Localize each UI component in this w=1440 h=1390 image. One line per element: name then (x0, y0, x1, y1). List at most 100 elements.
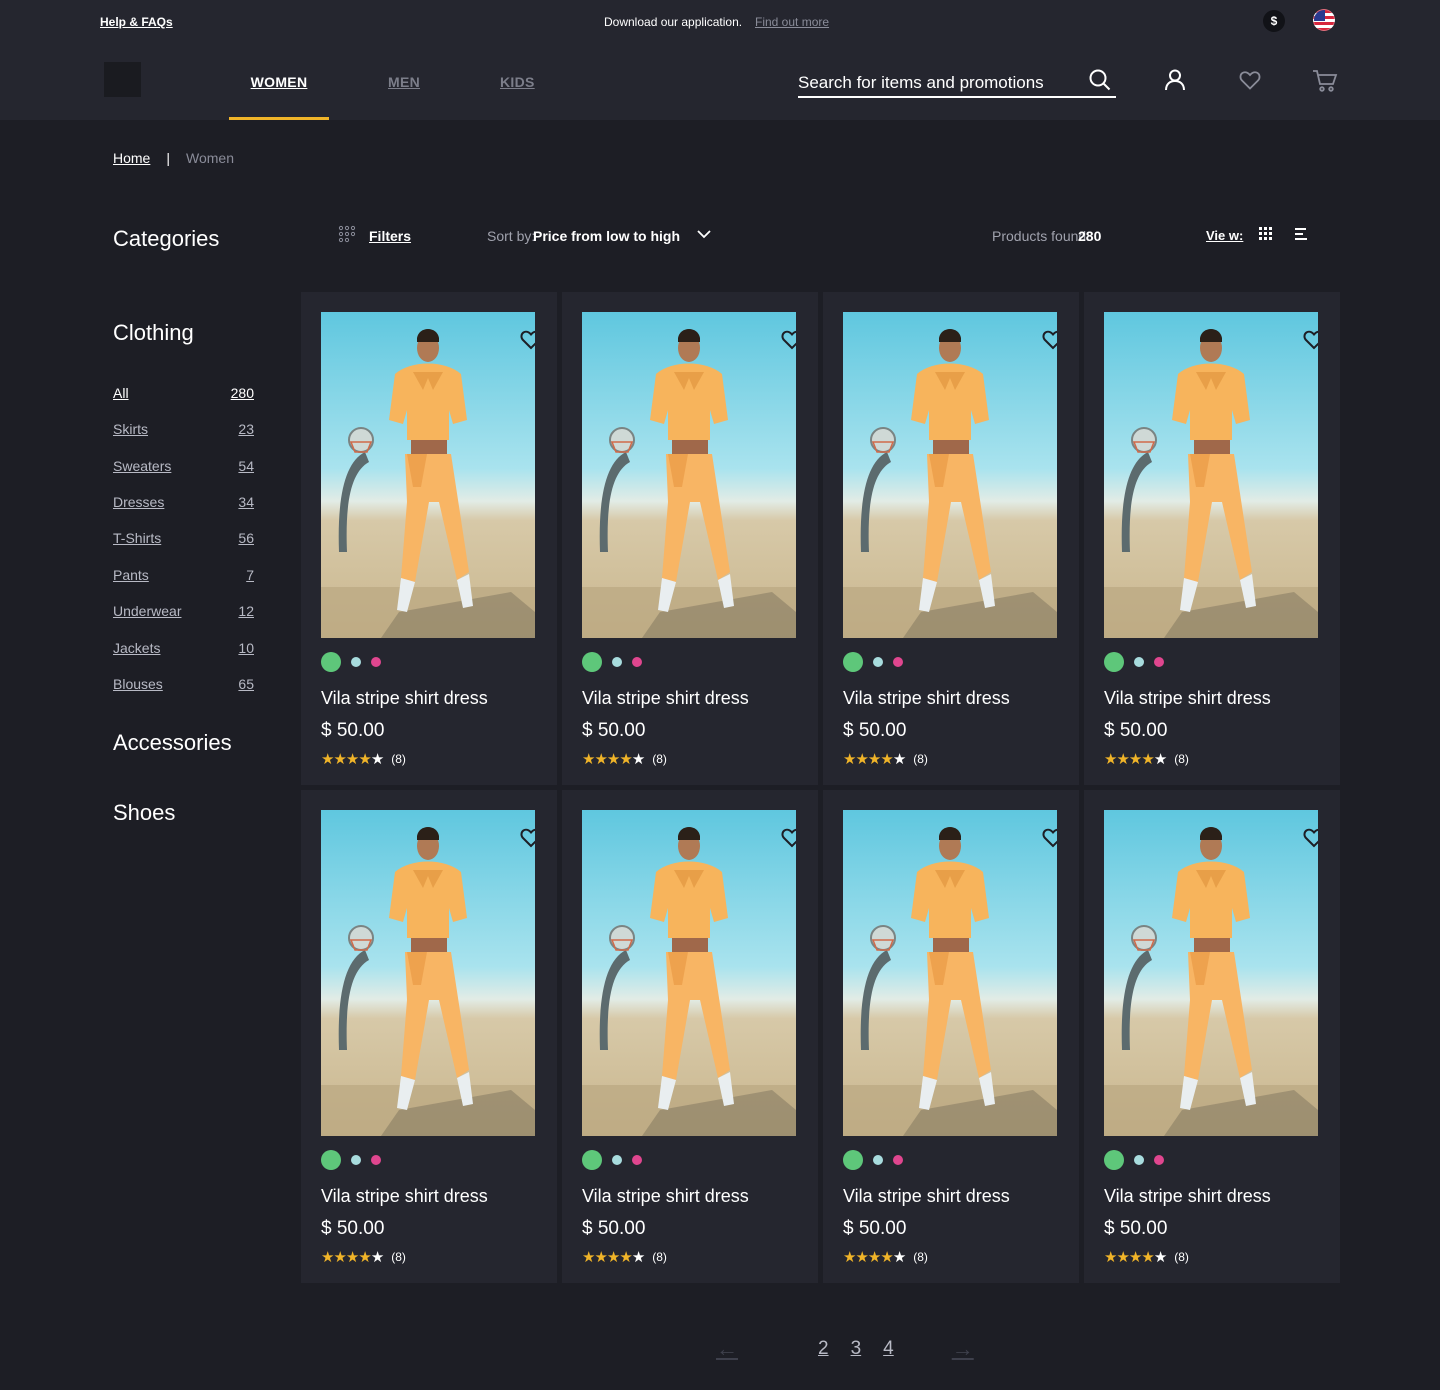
color-swatch[interactable] (893, 657, 903, 667)
clothing-title[interactable]: Clothing (113, 320, 194, 346)
product-name[interactable]: Vila stripe shirt dress (582, 1186, 749, 1207)
product-card[interactable]: Vila stripe shirt dress $ 50.00 ★★★★★ (8) (823, 292, 1079, 785)
product-card[interactable]: Vila stripe shirt dress $ 50.00 ★★★★★ (8) (1084, 292, 1340, 785)
color-swatch[interactable] (582, 1150, 602, 1170)
product-image[interactable] (843, 312, 1057, 638)
color-swatch[interactable] (843, 652, 863, 672)
sidebar-item-underwear[interactable]: Underwear 12 (113, 603, 254, 619)
sidebar-item-pants[interactable]: Pants 7 (113, 567, 254, 583)
color-swatch[interactable] (612, 1155, 622, 1165)
sidebar-item-label: Jackets (113, 640, 161, 656)
color-swatch[interactable] (873, 1155, 883, 1165)
product-name[interactable]: Vila stripe shirt dress (843, 688, 1010, 709)
filters-icon[interactable] (338, 225, 356, 248)
chevron-down-icon[interactable] (696, 227, 712, 245)
find-out-more-link[interactable]: Find out more (755, 15, 829, 29)
star-icon: ★ (892, 751, 906, 768)
color-swatch[interactable] (1154, 657, 1164, 667)
color-swatch[interactable] (1104, 1150, 1124, 1170)
product-image[interactable] (582, 312, 796, 638)
rating-stars: ★★★★★ (321, 750, 384, 768)
next-page-arrow-icon[interactable]: → (952, 1336, 974, 1362)
color-swatch[interactable] (321, 1150, 341, 1170)
product-card[interactable]: Vila stripe shirt dress $ 50.00 ★★★★★ (8) (562, 292, 818, 785)
product-card[interactable]: Vila stripe shirt dress $ 50.00 ★★★★★ (8) (301, 790, 557, 1283)
product-image[interactable] (321, 810, 535, 1136)
breadcrumb-separator: | (166, 150, 170, 166)
product-image[interactable] (843, 810, 1057, 1136)
sidebar-item-skirts[interactable]: Skirts 23 (113, 421, 254, 437)
product-name[interactable]: Vila stripe shirt dress (321, 688, 488, 709)
grid-view-icon[interactable] (1259, 227, 1272, 245)
tab-men[interactable]: MEN (388, 74, 420, 90)
filters-button[interactable]: Filters (369, 228, 411, 244)
star-icon: ★ (619, 751, 632, 768)
product-name[interactable]: Vila stripe shirt dress (843, 1186, 1010, 1207)
logo[interactable] (104, 62, 141, 97)
sidebar-item-jackets[interactable]: Jackets 10 (113, 640, 254, 656)
product-card[interactable]: Vila stripe shirt dress $ 50.00 ★★★★★ (8) (562, 790, 818, 1283)
page-2[interactable]: 2 (818, 1338, 829, 1360)
color-swatch[interactable] (1134, 657, 1144, 667)
product-image[interactable] (1104, 312, 1318, 638)
color-swatch[interactable] (371, 1155, 381, 1165)
accessories-title[interactable]: Accessories (113, 730, 232, 756)
color-swatch[interactable] (1104, 652, 1124, 672)
product-name[interactable]: Vila stripe shirt dress (1104, 1186, 1271, 1207)
color-swatches (321, 652, 381, 672)
product-name[interactable]: Vila stripe shirt dress (321, 1186, 488, 1207)
sidebar-item-label: Pants (113, 567, 149, 583)
color-swatch[interactable] (1134, 1155, 1144, 1165)
sidebar-item-blouses[interactable]: Blouses 65 (113, 676, 254, 692)
sidebar-item-t-shirts[interactable]: T-Shirts 56 (113, 530, 254, 546)
color-swatch[interactable] (1154, 1155, 1164, 1165)
product-name[interactable]: Vila stripe shirt dress (582, 688, 749, 709)
sidebar-item-all[interactable]: All 280 (113, 385, 254, 401)
user-icon[interactable] (1163, 68, 1187, 97)
tab-women[interactable]: WOMEN (229, 74, 329, 90)
prev-page-arrow-icon[interactable]: ← (716, 1336, 738, 1362)
product-card[interactable]: Vila stripe shirt dress $ 50.00 ★★★★★ (8) (301, 292, 557, 785)
star-icon: ★ (594, 751, 607, 768)
tab-kids[interactable]: KIDS (500, 74, 535, 90)
color-swatch[interactable] (612, 657, 622, 667)
search-icon[interactable] (1088, 68, 1112, 97)
review-count: (8) (913, 1250, 928, 1264)
color-swatch[interactable] (873, 657, 883, 667)
color-swatch[interactable] (351, 1155, 361, 1165)
color-swatch[interactable] (351, 657, 361, 667)
color-swatch[interactable] (843, 1150, 863, 1170)
star-icon: ★ (333, 1249, 346, 1266)
star-icon: ★ (631, 1249, 645, 1266)
product-card[interactable]: Vila stripe shirt dress $ 50.00 ★★★★★ (8) (1084, 790, 1340, 1283)
help-faqs-link[interactable]: Help & FAQs (100, 15, 173, 29)
currency-selector[interactable]: $ (1263, 10, 1285, 32)
us-flag-icon[interactable] (1313, 9, 1335, 31)
color-swatch[interactable] (893, 1155, 903, 1165)
page-4[interactable]: 4 (883, 1338, 894, 1360)
search-input[interactable] (798, 73, 1078, 93)
product-name[interactable]: Vila stripe shirt dress (1104, 688, 1271, 709)
color-swatch[interactable] (632, 1155, 642, 1165)
heart-icon[interactable] (1238, 68, 1262, 97)
color-swatch[interactable] (371, 657, 381, 667)
sort-select[interactable]: Price from low to high (533, 228, 680, 244)
page-3[interactable]: 3 (851, 1338, 862, 1360)
product-rating: ★★★★★ (8) (582, 1248, 667, 1266)
sidebar-item-sweaters[interactable]: Sweaters 54 (113, 458, 254, 474)
color-swatch[interactable] (321, 652, 341, 672)
product-image[interactable] (321, 312, 535, 638)
color-swatch[interactable] (582, 652, 602, 672)
product-image[interactable] (582, 810, 796, 1136)
product-card[interactable]: Vila stripe shirt dress $ 50.00 ★★★★★ (8) (823, 790, 1079, 1283)
list-view-icon[interactable] (1295, 227, 1308, 245)
product-image[interactable] (1104, 810, 1318, 1136)
color-swatch[interactable] (632, 657, 642, 667)
review-count: (8) (391, 752, 406, 766)
sidebar-item-dresses[interactable]: Dresses 34 (113, 494, 254, 510)
product-rating: ★★★★★ (8) (321, 1248, 406, 1266)
shoes-title[interactable]: Shoes (113, 800, 175, 826)
breadcrumb-home[interactable]: Home (113, 150, 150, 166)
product-price: $ 50.00 (843, 720, 907, 741)
cart-icon[interactable] (1312, 68, 1338, 99)
